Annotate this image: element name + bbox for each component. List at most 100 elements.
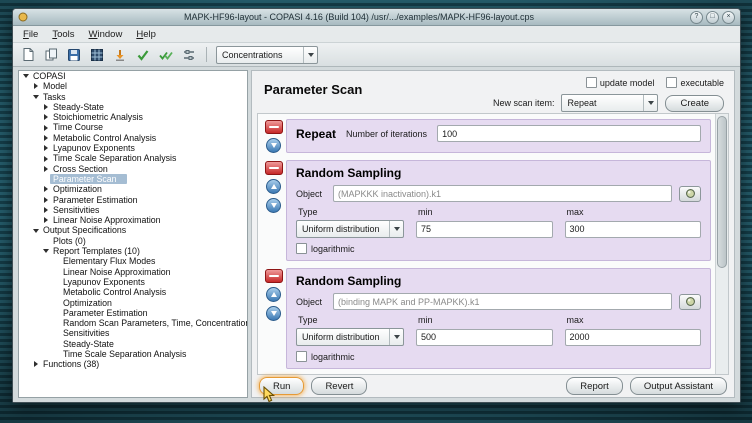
double-check-icon[interactable] [156,45,176,65]
table-icon[interactable] [87,45,107,65]
distribution-select[interactable]: Uniform distribution [296,328,404,346]
tree-item-steady-state[interactable]: Steady-State [19,102,247,112]
iterations-input[interactable]: 100 [437,125,701,142]
tree-item-time-scale-separation-analysis[interactable]: Time Scale Separation Analysis [19,349,247,359]
collapse-icon[interactable] [31,95,40,99]
revert-button[interactable]: Revert [311,377,367,395]
expand-icon[interactable] [41,135,50,141]
remove-item-button[interactable] [265,120,283,134]
expand-icon[interactable] [31,83,40,89]
min-input[interactable]: 75 [416,221,553,238]
menu-help[interactable]: Help [129,28,163,41]
open-file-icon[interactable] [41,45,61,65]
scrollbar-thumb[interactable] [717,116,727,268]
new-scan-item-row: New scan item: Repeat Create [493,94,724,112]
distribution-value: Uniform distribution [302,332,380,342]
move-up-button[interactable] [266,287,281,302]
update-model-label: update model [600,78,655,88]
tree-item-stoichiometric-analysis[interactable]: Stoichiometric Analysis [19,112,247,122]
tree-label: Output Specifications [40,225,129,235]
logarithmic-checkbox[interactable] [296,351,307,362]
tree-item-sensitivities[interactable]: Sensitivities [19,328,247,338]
update-model-checkbox[interactable] [586,77,597,88]
executable-checkbox[interactable] [666,77,677,88]
scan-scrollbar[interactable] [715,114,728,374]
min-column-label: min [416,315,553,325]
tree-item-tasks[interactable]: Tasks [19,92,247,102]
expand-icon[interactable] [31,361,40,367]
logarithmic-checkbox[interactable] [296,243,307,254]
close-button[interactable]: × [722,11,735,24]
object-picker-button[interactable] [679,294,701,310]
expand-icon[interactable] [41,217,50,223]
tree-item-optimization[interactable]: Optimization [19,298,247,308]
create-button[interactable]: Create [665,95,724,112]
expand-icon[interactable] [41,104,50,110]
chevron-down-icon [303,47,317,63]
concentrations-select[interactable]: Concentrations [216,46,318,64]
tree-item-metabolic-control-analysis[interactable]: Metabolic Control Analysis [19,287,247,297]
distribution-select[interactable]: Uniform distribution [296,220,404,238]
maximize-button[interactable]: □ [706,11,719,24]
tree-item-parameter-scan[interactable]: Parameter Scan [19,174,247,184]
tree-item-lyapunov-exponents[interactable]: Lyapunov Exponents [19,143,247,153]
tree-item-parameter-estimation[interactable]: Parameter Estimation [19,195,247,205]
tree-item-copasi[interactable]: COPASI [19,71,247,81]
tree-item-report-templates-10-[interactable]: Report Templates (10) [19,246,247,256]
export-icon[interactable] [110,45,130,65]
tree-item-lyapunov-exponents[interactable]: Lyapunov Exponents [19,277,247,287]
tree-item-output-specifications[interactable]: Output Specifications [19,225,247,235]
tree-item-steady-state[interactable]: Steady-State [19,339,247,349]
max-input[interactable]: 300 [565,221,702,238]
expand-icon[interactable] [41,125,50,131]
down-arrow-icon [271,143,277,148]
tree-item-sensitivities[interactable]: Sensitivities [19,205,247,215]
object-field[interactable]: (binding MAPK and PP-MAPKK).k1 [333,293,672,310]
menu-file[interactable]: File [16,28,45,41]
move-down-button[interactable] [266,138,281,153]
tree-item-random-scan-parameters-time-concentrations[interactable]: Random Scan Parameters, Time, Concentrat… [19,318,247,328]
tree-item-model[interactable]: Model [19,81,247,91]
expand-icon[interactable] [41,156,50,162]
menu-window[interactable]: Window [82,28,130,41]
tree-item-parameter-estimation[interactable]: Parameter Estimation [19,308,247,318]
tree-item-time-scale-separation-analysis[interactable]: Time Scale Separation Analysis [19,153,247,163]
expand-icon[interactable] [41,207,50,213]
move-down-button[interactable] [266,198,281,213]
menu-tools[interactable]: Tools [45,28,81,41]
tree-item-elementary-flux-modes[interactable]: Elementary Flux Modes [19,256,247,266]
check-icon[interactable] [133,45,153,65]
expand-icon[interactable] [41,197,50,203]
tree-item-linear-noise-approximation[interactable]: Linear Noise Approximation [19,267,247,277]
object-field[interactable]: (MAPKKK inactivation).k1 [333,185,672,202]
expand-icon[interactable] [41,114,50,120]
output-assistant-button[interactable]: Output Assistant [630,377,727,395]
help-button[interactable]: ? [690,11,703,24]
tree-item-time-course[interactable]: Time Course [19,122,247,132]
expand-icon[interactable] [41,145,50,151]
move-up-button[interactable] [266,179,281,194]
tree-item-metabolic-control-analysis[interactable]: Metabolic Control Analysis [19,133,247,143]
object-picker-button[interactable] [679,186,701,202]
tree-item-functions-38-[interactable]: Functions (38) [19,359,247,369]
move-down-button[interactable] [266,306,281,321]
new-scan-item-select[interactable]: Repeat [561,94,658,112]
remove-item-button[interactable] [265,269,283,283]
collapse-icon[interactable] [21,74,30,78]
tree-item-linear-noise-approximation[interactable]: Linear Noise Approximation [19,215,247,225]
expand-icon[interactable] [41,186,50,192]
save-icon[interactable] [64,45,84,65]
titlebar[interactable]: MAPK-HF96-layout - COPASI 4.16 (Build 10… [13,9,740,26]
collapse-icon[interactable] [31,229,40,233]
tree-item-optimization[interactable]: Optimization [19,184,247,194]
remove-item-button[interactable] [265,161,283,175]
tree-item-cross-section[interactable]: Cross Section [19,164,247,174]
new-file-icon[interactable] [18,45,38,65]
slider-icon[interactable] [179,45,199,65]
report-button[interactable]: Report [566,377,623,395]
tree-item-plots-0-[interactable]: Plots (0) [19,236,247,246]
max-input[interactable]: 2000 [565,329,702,346]
collapse-icon[interactable] [41,249,50,253]
expand-icon[interactable] [41,166,50,172]
min-input[interactable]: 500 [416,329,553,346]
